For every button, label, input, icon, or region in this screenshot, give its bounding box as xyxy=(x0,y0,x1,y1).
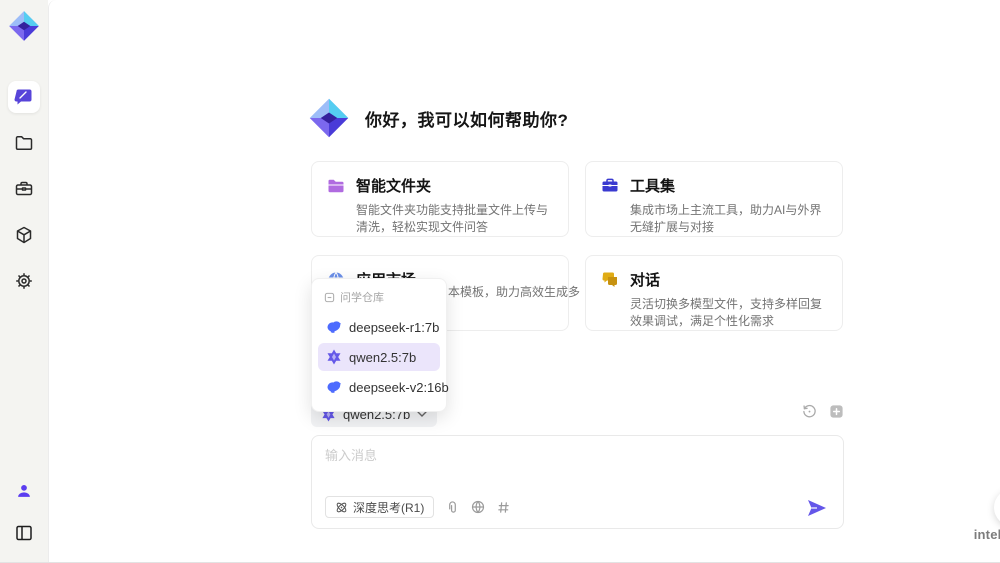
sidebar-item-chat[interactable] xyxy=(8,81,40,113)
gear-icon xyxy=(14,271,34,291)
card-title: 工具集 xyxy=(630,178,676,195)
card-description: 智能文件夹功能支持批量文件上传与清洗，轻松实现文件问答 xyxy=(356,203,549,234)
sidebar-item-collapse[interactable] xyxy=(8,517,40,549)
main-panel: 你好，我可以如何帮助你? 智能文件夹 智能文件夹功能支持批量文件上传与清洗，轻松… xyxy=(48,0,1000,563)
model-option-label: deepseek-v2:16b xyxy=(349,379,449,395)
hash-icon[interactable] xyxy=(497,501,510,514)
model-option-deepseek-v2[interactable]: deepseek-v2:16b xyxy=(318,373,449,401)
greeting-header: 你好，我可以如何帮助你? xyxy=(307,96,568,140)
sidebar xyxy=(0,0,48,563)
download-button[interactable] xyxy=(994,489,1000,526)
card-description: 集成市场上主流工具，助力AI与外界无缝扩展与对接 xyxy=(630,203,822,234)
card-smart-folder[interactable]: 智能文件夹 智能文件夹功能支持批量文件上传与清洗，轻松实现文件问答 xyxy=(311,161,569,237)
repo-icon xyxy=(324,292,335,303)
composer: 深度思考(R1) xyxy=(311,435,844,529)
deep-think-toggle[interactable]: 深度思考(R1) xyxy=(325,496,435,518)
app-logo-icon xyxy=(7,9,41,43)
atom-icon xyxy=(335,501,348,514)
briefcase-icon xyxy=(600,176,620,196)
sidebar-item-user[interactable] xyxy=(8,475,40,507)
card-description: 灵活切换多模型文件，支持多样回复效果调试，满足个性化需求 xyxy=(630,297,823,328)
card-title: 智能文件夹 xyxy=(356,178,432,195)
card-description: 本模板，助力高效生成多 xyxy=(448,285,581,299)
deep-think-label: 深度思考(R1) xyxy=(353,500,425,515)
sidebar-item-settings[interactable] xyxy=(8,265,40,297)
app-logo-icon xyxy=(307,96,351,140)
message-input[interactable] xyxy=(325,445,825,485)
deepseek-whale-icon xyxy=(326,379,342,395)
model-dropdown: 问学仓库 deepseek-r1:7b qwen2.5:7b deepseek-… xyxy=(311,278,449,412)
sidebar-item-files[interactable] xyxy=(8,127,40,159)
split-panel-icon xyxy=(14,523,34,543)
folder-icon xyxy=(14,133,34,153)
model-option-deepseek-r1[interactable]: deepseek-r1:7b xyxy=(318,313,440,341)
card-toolset[interactable]: 工具集 集成市场上主流工具，助力AI与外界无缝扩展与对接 xyxy=(585,161,843,237)
dialog-icon xyxy=(600,270,620,290)
model-option-label: deepseek-r1:7b xyxy=(349,319,440,335)
qwen-icon xyxy=(326,349,342,365)
paperclip-icon[interactable] xyxy=(446,500,459,514)
intel-core-badge: intel CORE xyxy=(971,527,1000,549)
globe-icon[interactable] xyxy=(471,500,485,514)
sidebar-item-models[interactable] xyxy=(8,219,40,251)
model-option-label: qwen2.5:7b xyxy=(349,349,417,365)
send-icon[interactable] xyxy=(806,498,828,518)
cube-icon xyxy=(14,225,34,245)
card-title: 对话 xyxy=(630,272,661,289)
greeting-text: 你好，我可以如何帮助你? xyxy=(365,110,569,130)
smart-folder-icon xyxy=(326,176,346,196)
model-option-qwen[interactable]: qwen2.5:7b xyxy=(318,343,440,371)
card-dialog[interactable]: 对话 灵活切换多模型文件，支持多样回复效果调试，满足个性化需求 xyxy=(585,255,843,331)
intel-logo-text: intel xyxy=(973,527,1000,542)
sidebar-item-toolbox[interactable] xyxy=(8,173,40,205)
model-dropdown-header: 问学仓库 xyxy=(316,285,442,311)
history-icon[interactable] xyxy=(802,404,817,419)
repo-label: 问学仓库 xyxy=(340,292,384,304)
chat-bubble-icon xyxy=(14,87,34,107)
user-icon xyxy=(15,482,33,500)
toolbox-icon xyxy=(14,179,34,199)
new-chat-icon[interactable] xyxy=(829,404,844,419)
deepseek-whale-icon xyxy=(326,319,342,335)
